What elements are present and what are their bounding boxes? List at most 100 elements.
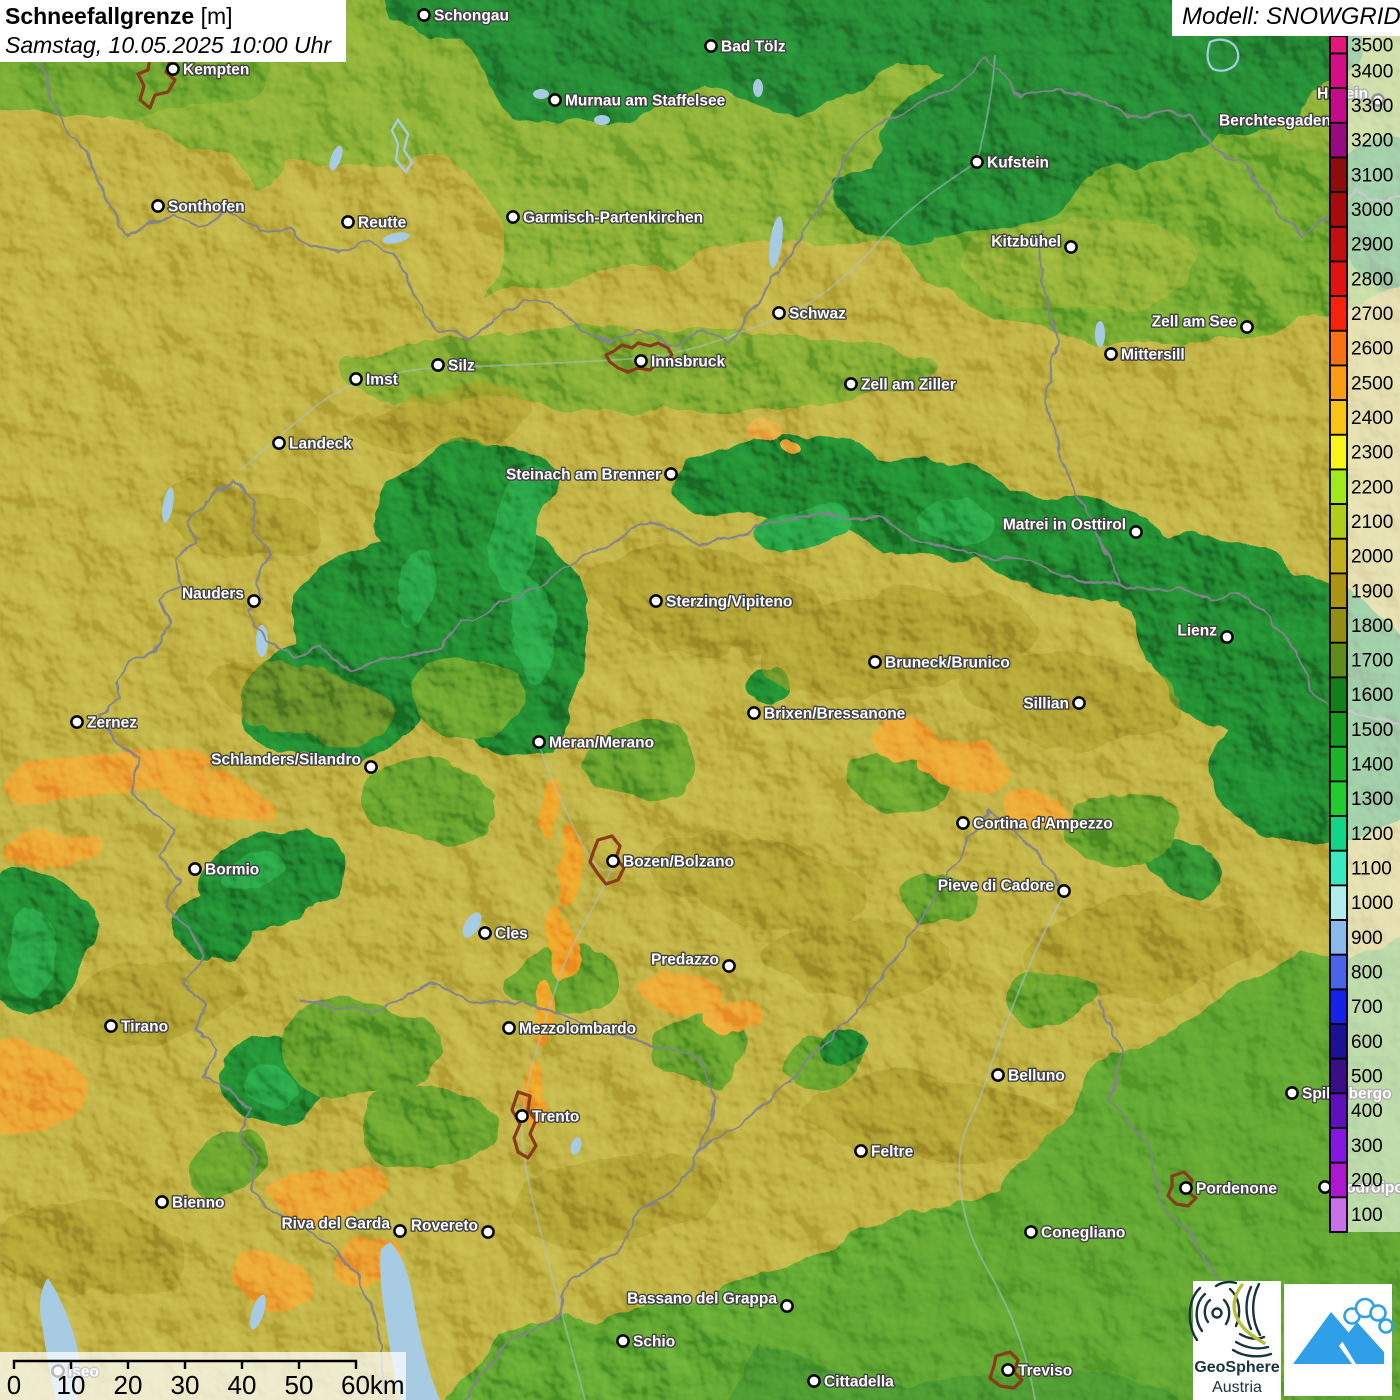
legend-segment-600: [1330, 1024, 1347, 1059]
city-marker: [773, 307, 784, 318]
city-marker: [71, 716, 82, 727]
legend-tick-label: 1900: [1351, 581, 1393, 602]
product-unit: [m]: [201, 3, 233, 29]
city-label: Matrei in Osttirol: [1003, 517, 1126, 534]
city-label: Bozen/Bolzano: [623, 854, 734, 871]
legend-segment-2000: [1330, 539, 1347, 574]
city-marker: [808, 1375, 819, 1386]
city-mezzolombardo: Mezzolombardo: [503, 1021, 636, 1038]
city-marker: [1025, 1226, 1036, 1237]
legend-tick-label: 700: [1351, 997, 1383, 1018]
city-label: Silz: [448, 358, 475, 375]
city-label: Kufstein: [987, 155, 1049, 172]
city-label: Zernez: [87, 715, 137, 732]
city-bruneck-brunico: Bruneck/Brunico: [869, 655, 1009, 672]
scale-bar: 0102030405060km: [0, 1352, 406, 1400]
city-cortina-d-ampezzo: Cortina d'Ampezzo: [957, 816, 1112, 833]
legend-segment-1100: [1330, 851, 1347, 886]
city-marker: [507, 211, 518, 222]
city-marker: [748, 707, 759, 718]
weather-map-stage: SchongauBad TölzMurnau am StaffelseeKemp…: [0, 0, 1400, 1400]
city-label: Bormio: [205, 862, 259, 879]
city-marker: [1130, 526, 1141, 537]
city-label: Feltre: [871, 1144, 914, 1161]
map-title: Schneefallgrenze [m]: [5, 2, 341, 31]
city-marker: [1319, 1181, 1330, 1192]
legend-segment-2200: [1330, 469, 1347, 504]
legend-segment-3200: [1330, 123, 1347, 158]
city-label: Nauders: [182, 586, 244, 603]
legend-tick-label: 100: [1351, 1205, 1383, 1226]
lake-zeller-see: [1095, 321, 1105, 347]
city-marker: [781, 1300, 792, 1311]
city-label: Tirano: [121, 1019, 168, 1036]
legend-tick-label: 500: [1351, 1067, 1383, 1088]
legend-segment-300: [1330, 1128, 1347, 1163]
legend-tick-label: 1400: [1351, 755, 1393, 776]
city-conegliano: Conegliano: [1025, 1225, 1125, 1242]
city-marker: [1105, 348, 1116, 359]
city-bozen-bolzano: Bozen/Bolzano: [607, 854, 734, 871]
legend-segment-900: [1330, 920, 1347, 955]
city-label: Sonthofen: [168, 199, 245, 216]
city-label: Riva del Garda: [281, 1216, 390, 1233]
city-label: Landeck: [289, 436, 352, 453]
city-marker: [971, 156, 982, 167]
city-zell-am-ziller: Zell am Ziller: [845, 377, 955, 394]
city-marker: [394, 1225, 405, 1236]
scale-label: 50: [285, 1370, 314, 1400]
legend-tick-label: 2200: [1351, 477, 1393, 498]
legend-tick-label: 2600: [1351, 339, 1393, 360]
legend-segment-2500: [1330, 365, 1347, 400]
city-murnau-am-staffelsee: Murnau am Staffelsee: [549, 93, 725, 110]
model-label: Modell: SNOWGRID: [1182, 3, 1400, 30]
city-marker: [665, 468, 676, 479]
legend-tick-label: 3200: [1351, 131, 1393, 152]
city-pieve-di-cadore: Pieve di Cadore: [938, 878, 1070, 897]
legend-segment-2600: [1330, 331, 1347, 366]
lake-walchensee: [594, 115, 610, 125]
model-panel: Modell: SNOWGRID: [1172, 0, 1400, 36]
city-label: Murnau am Staffelsee: [565, 93, 726, 110]
legend-tick-label: 2700: [1351, 304, 1393, 325]
city-marker: [105, 1020, 116, 1031]
legend-tick-label: 900: [1351, 928, 1383, 949]
geosphere-logo: GeoSphere Austria: [1190, 1281, 1281, 1400]
city-label: Sillian: [1023, 696, 1069, 713]
legend-tick-label: 3000: [1351, 200, 1393, 221]
city-marker: [992, 1069, 1003, 1080]
legend-segment-3100: [1330, 157, 1347, 192]
city-label: Bassano del Grappa: [627, 1291, 777, 1308]
legend-tick-label: 2800: [1351, 269, 1393, 290]
city-marker: [167, 63, 178, 74]
city-marker: [273, 437, 284, 448]
legend-segment-2100: [1330, 504, 1347, 539]
city-steinach-am-brenner: Steinach am Brenner: [506, 467, 677, 484]
legend-tick-label: 2100: [1351, 512, 1393, 533]
city-marker: [869, 656, 880, 667]
legend-segment-1700: [1330, 643, 1347, 678]
city-marker: [1065, 241, 1076, 252]
city-label: Pordenone: [1196, 1181, 1277, 1198]
city-marker: [479, 927, 490, 938]
scale-label: 40: [228, 1370, 257, 1400]
legend-segment-700: [1330, 989, 1347, 1024]
city-garmisch-partenkirchen: Garmisch-Partenkirchen: [507, 210, 703, 227]
legend-segment-1600: [1330, 677, 1347, 712]
city-label: Berchtesgaden: [1219, 113, 1331, 130]
city-marker: [549, 94, 560, 105]
legend-tick-label: 1500: [1351, 720, 1393, 741]
legend-tick-label: 2400: [1351, 408, 1393, 429]
city-label: Bienno: [172, 1195, 225, 1212]
mountain-cloud-logo: [1284, 1284, 1393, 1396]
city-marker: [482, 1226, 493, 1237]
legend-segment-1900: [1330, 573, 1347, 608]
city-marker: [855, 1145, 866, 1156]
city-label: Mittersill: [1121, 347, 1185, 364]
city-marker: [635, 355, 646, 366]
city-marker: [1221, 631, 1232, 642]
city-label: Bruneck/Brunico: [885, 655, 1010, 672]
lake-staffelsee: [533, 89, 549, 99]
legend-segment-3300: [1330, 88, 1347, 123]
city-marker: [152, 200, 163, 211]
